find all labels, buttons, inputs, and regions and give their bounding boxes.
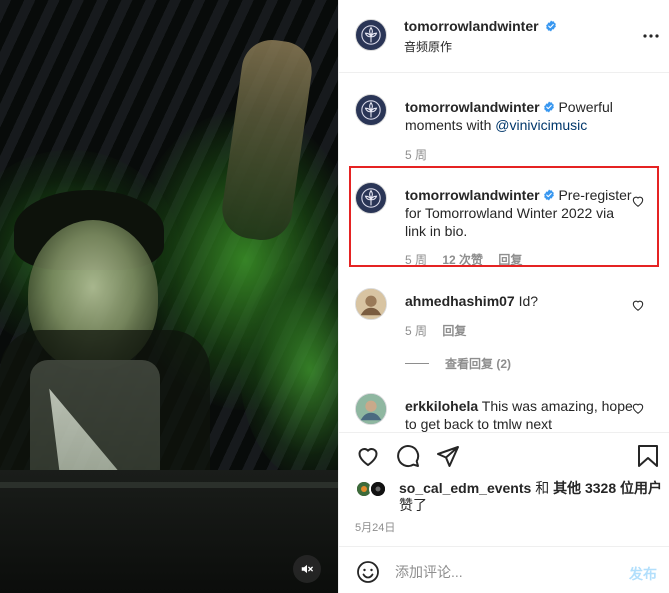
- comment-meta: 5 周: [405, 146, 439, 163]
- comment-text: ahmedhashim07 Id?: [405, 292, 633, 310]
- comment-input[interactable]: [395, 561, 615, 583]
- tomorrowland-logo-icon: [361, 188, 381, 208]
- avatar[interactable]: [355, 94, 387, 126]
- emoji-button[interactable]: [355, 559, 381, 585]
- header-username[interactable]: tomorrowlandwinter: [404, 18, 539, 34]
- bookmark-icon: [638, 445, 658, 467]
- comments-list[interactable]: tomorrowlandwinter Powerful moments with…: [339, 73, 669, 432]
- comment-time[interactable]: 5 周: [405, 253, 427, 267]
- likes-suffix: 赞了: [399, 497, 427, 513]
- list-item: ahmedhashim07 Id? 5 周 回复 查看回复 (2): [339, 288, 669, 378]
- comment-username[interactable]: tomorrowlandwinter: [405, 99, 540, 115]
- header-username-wrap: tomorrowlandwinter: [404, 18, 557, 34]
- post-button[interactable]: 发布: [629, 564, 657, 584]
- liker-avatars: [355, 480, 391, 498]
- replies-divider: [405, 363, 429, 364]
- comment-button[interactable]: [395, 443, 421, 469]
- avatar[interactable]: [355, 182, 387, 214]
- verified-badge-icon: [543, 189, 554, 201]
- tomorrowland-logo-icon: [361, 100, 381, 120]
- comment-username[interactable]: tomorrowlandwinter: [405, 187, 540, 203]
- audio-subtitle[interactable]: 音频原作: [404, 38, 452, 55]
- post-date[interactable]: 5月24日: [355, 519, 395, 535]
- comment-username[interactable]: ahmedhashim07: [405, 293, 515, 309]
- like-button[interactable]: [355, 443, 381, 469]
- comment-time[interactable]: 5 周: [405, 148, 427, 162]
- share-button[interactable]: [435, 443, 461, 469]
- comment-meta: 5 周 12 次赞 回复: [405, 251, 534, 268]
- comment-username[interactable]: erkkilohela: [405, 398, 478, 414]
- comment-text: erkkilohela This was amazing, hope to ge…: [405, 397, 633, 432]
- comment-text: tomorrowlandwinter Pre-register for Tomo…: [405, 186, 633, 240]
- mention-link[interactable]: @vinivicimusic: [495, 117, 587, 133]
- others-count[interactable]: 其他 3328 位用户: [553, 480, 662, 496]
- dj-deck: [0, 470, 338, 593]
- comment-heart-icon[interactable]: [631, 298, 645, 312]
- reply-button[interactable]: 回复: [498, 253, 522, 267]
- list-item: erkkilohela This was amazing, hope to ge…: [339, 393, 669, 432]
- reply-button[interactable]: 回复: [442, 324, 466, 338]
- tomorrowland-logo-icon: [361, 25, 381, 45]
- paper-plane-icon: [437, 446, 459, 467]
- comment-body: Id?: [518, 293, 539, 309]
- avatar[interactable]: [355, 19, 387, 51]
- comment-time[interactable]: 5 周: [405, 324, 427, 338]
- save-button[interactable]: [635, 443, 661, 469]
- verified-badge-icon: [546, 20, 557, 32]
- comment-text: tomorrowlandwinter Powerful moments with…: [405, 98, 633, 134]
- more-options-button[interactable]: [641, 26, 661, 46]
- heart-icon: [358, 448, 378, 467]
- comment-likes[interactable]: 12 次赞: [442, 253, 483, 267]
- video-player[interactable]: [0, 0, 338, 593]
- avatar[interactable]: [355, 288, 387, 320]
- comment-heart-icon[interactable]: [631, 401, 645, 415]
- list-item: tomorrowlandwinter Pre-register for Tomo…: [339, 182, 669, 267]
- likes-conjunction: 和: [531, 480, 554, 496]
- mute-speaker-icon: [301, 564, 313, 574]
- comment-bubble-icon: [397, 445, 420, 468]
- dj-deck-edge: [0, 482, 338, 488]
- more-dots-icon: [643, 34, 659, 38]
- avatar[interactable]: [369, 480, 387, 498]
- list-item: tomorrowlandwinter Powerful moments with…: [339, 94, 669, 174]
- mute-button[interactable]: [293, 555, 321, 583]
- emoji-smile-icon: [357, 561, 379, 583]
- post-panel: tomorrowlandwinter 音频原作 tomorrowlandwint…: [338, 0, 669, 593]
- comment-meta: 5 周 回复: [405, 322, 478, 339]
- view-replies-button[interactable]: 查看回复 (2): [405, 355, 511, 372]
- user-photo-icon: [356, 289, 386, 319]
- add-comment-bar: 发布: [339, 546, 669, 593]
- liker-username[interactable]: so_cal_edm_events: [399, 480, 531, 496]
- action-bar: [339, 432, 669, 472]
- post-header: tomorrowlandwinter 音频原作: [339, 0, 669, 73]
- user-photo-icon: [371, 482, 385, 496]
- verified-badge-icon: [543, 101, 554, 113]
- avatar[interactable]: [355, 393, 387, 425]
- user-photo-icon: [356, 394, 386, 424]
- comment-heart-icon[interactable]: [631, 194, 645, 208]
- view-replies-label: 查看回复 (2): [445, 357, 512, 371]
- likes-text: so_cal_edm_events 和 其他 3328 位用户 赞了: [399, 480, 667, 514]
